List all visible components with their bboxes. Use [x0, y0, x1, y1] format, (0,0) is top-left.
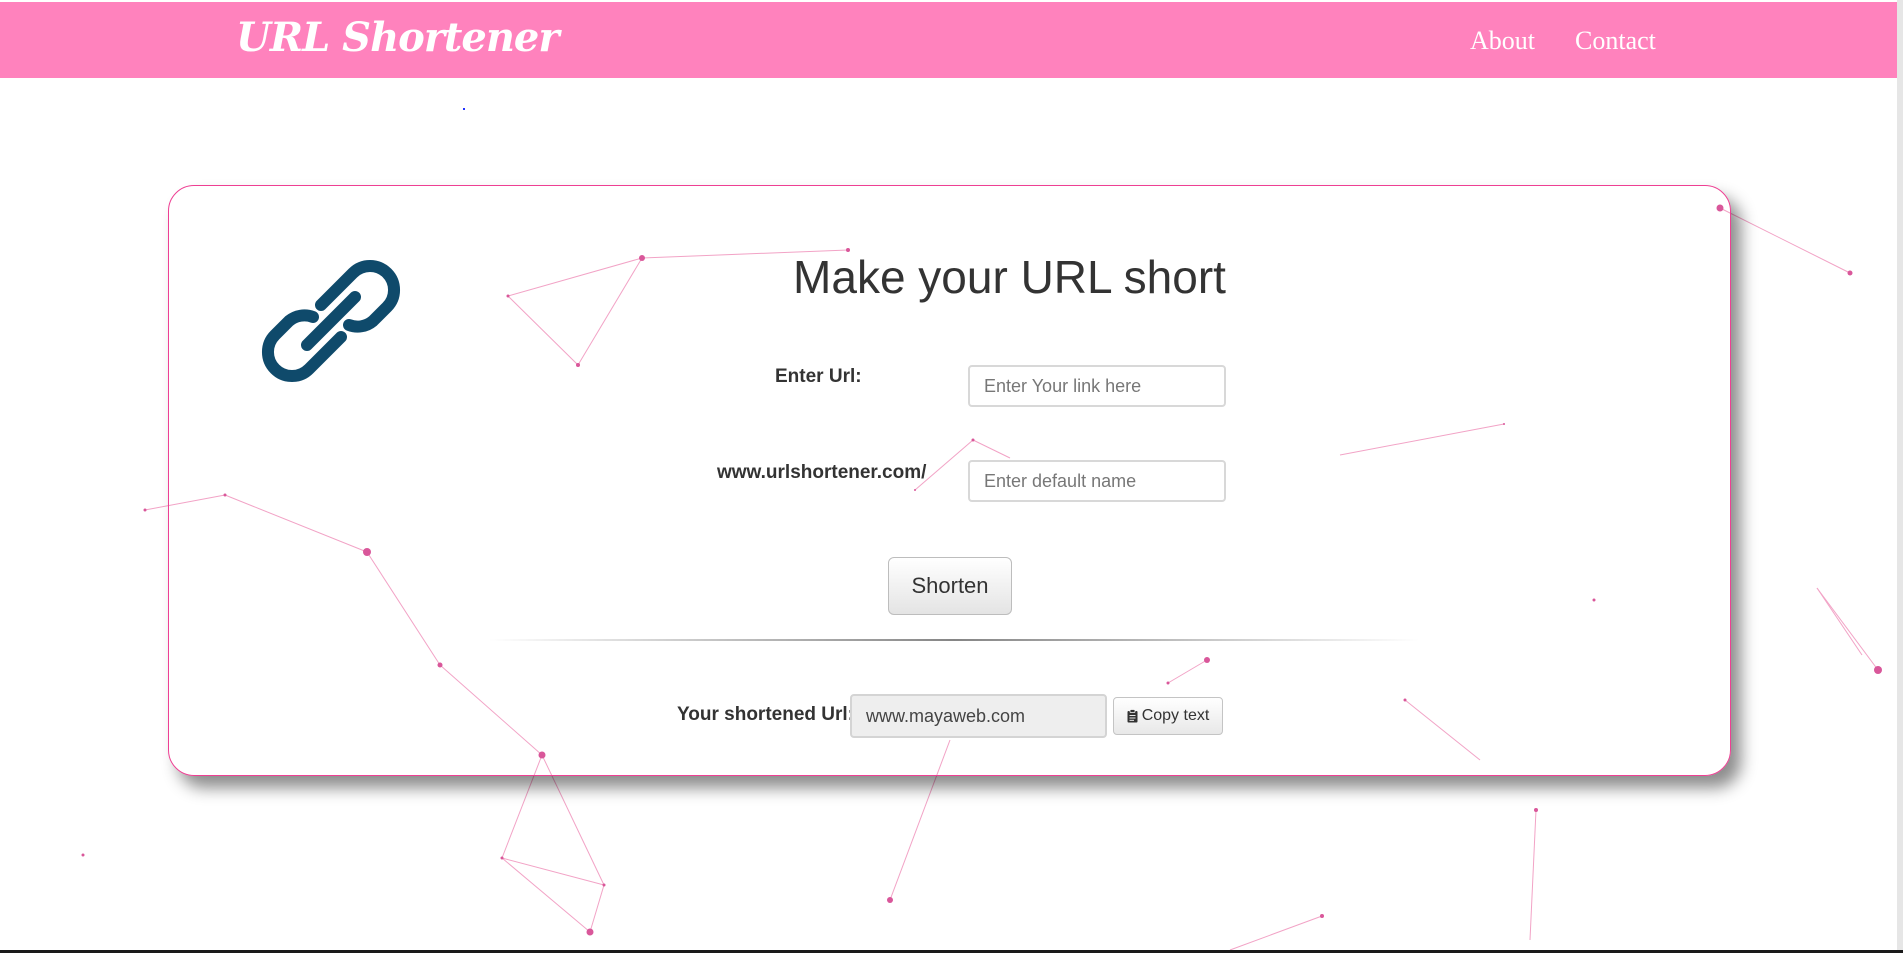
scrollbar[interactable]: [1897, 0, 1903, 953]
navbar: URL Shortener About Contact: [0, 2, 1903, 78]
url-label: Enter Url:: [775, 366, 862, 387]
clipboard-icon: [1127, 709, 1138, 723]
shorten-button[interactable]: Shorten: [888, 557, 1012, 615]
nav-link-contact[interactable]: Contact: [1575, 26, 1656, 56]
divider: [489, 639, 1419, 641]
shortened-url-label: Your shortened Url:: [677, 704, 854, 725]
url-input[interactable]: [968, 365, 1226, 407]
shortened-url-field[interactable]: www.mayaweb.com: [850, 694, 1107, 738]
default-name-input[interactable]: [968, 460, 1226, 502]
page-title: Make your URL short: [793, 251, 1226, 303]
copy-text-button[interactable]: Copy text: [1113, 697, 1223, 735]
domain-prefix-label: www.urlshortener.com/: [717, 462, 927, 483]
nav-link-about[interactable]: About: [1470, 26, 1535, 56]
copy-text-label: Copy text: [1141, 707, 1210, 724]
brand-logo[interactable]: URL Shortener: [236, 14, 559, 61]
stray-pixel: [463, 108, 465, 110]
shortener-card: Make your URL short Enter Url: www.urlsh…: [168, 185, 1731, 776]
